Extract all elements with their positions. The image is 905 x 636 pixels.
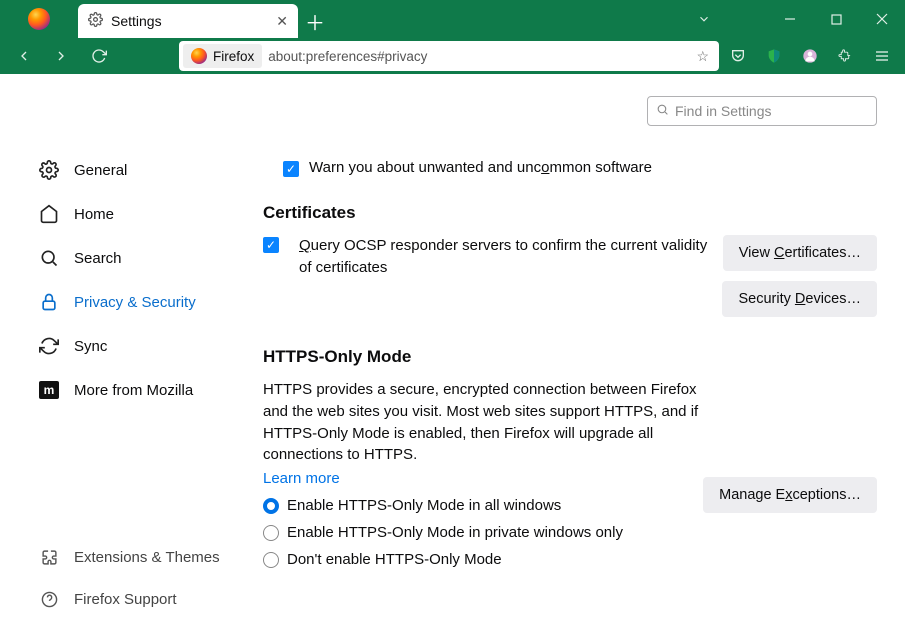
window-maximize-button[interactable] <box>813 0 859 38</box>
toolbar: Firefox about:preferences#privacy ☆ <box>0 38 905 74</box>
radio-label: Enable HTTPS-Only Mode in all windows <box>287 497 561 514</box>
sidebar-support-label: Firefox Support <box>74 591 177 608</box>
radio-label: Don't enable HTTPS-Only Mode <box>287 551 502 568</box>
sidebar-item-more-mozilla[interactable]: m More from Mozilla <box>38 379 245 401</box>
sidebar-item-search[interactable]: Search <box>38 247 245 269</box>
search-icon <box>38 247 60 269</box>
reload-button[interactable] <box>85 41 113 71</box>
account-icon[interactable] <box>801 47 819 65</box>
security-devices-button[interactable]: Security Devices… <box>722 281 877 317</box>
identity-box[interactable]: Firefox <box>183 44 262 68</box>
bookmark-star-icon[interactable]: ☆ <box>696 48 709 65</box>
sidebar-item-label: Privacy & Security <box>74 294 196 311</box>
sidebar-item-label: Home <box>74 206 114 223</box>
checkbox-checked-icon[interactable]: ✓ <box>283 161 299 177</box>
sidebar-support-link[interactable]: Firefox Support <box>38 588 245 610</box>
url-text: about:preferences#privacy <box>268 49 690 64</box>
forward-button[interactable] <box>48 41 76 71</box>
titlebar: Settings ✕ ＋ <box>0 0 905 38</box>
sidebar: General Home Search Privacy & Security S… <box>0 74 245 636</box>
firefox-logo-icon <box>28 8 50 30</box>
shield-icon[interactable] <box>765 47 783 65</box>
manage-exceptions-button[interactable]: Manage Exceptions… <box>703 477 877 513</box>
https-only-description: HTTPS provides a secure, encrypted conne… <box>263 379 703 466</box>
window-minimize-button[interactable] <box>767 0 813 38</box>
sidebar-item-label: Search <box>74 250 122 267</box>
firefox-logo-wrap <box>0 0 78 38</box>
sidebar-item-home[interactable]: Home <box>38 203 245 225</box>
view-certificates-button[interactable]: View Certificates… <box>723 235 877 271</box>
checkbox-checked-icon[interactable]: ✓ <box>263 237 279 253</box>
search-icon <box>656 103 669 119</box>
app-menu-icon[interactable] <box>873 47 891 65</box>
https-option-all-windows[interactable]: Enable HTTPS-Only Mode in all windows <box>263 497 703 514</box>
new-tab-button[interactable]: ＋ <box>298 4 332 38</box>
sidebar-item-general[interactable]: General <box>38 159 245 181</box>
toolbar-right <box>729 47 895 65</box>
pocket-icon[interactable] <box>729 47 747 65</box>
radio-selected-icon[interactable] <box>263 498 279 514</box>
warn-software-row[interactable]: ✓ Warn you about unwanted and uncommon s… <box>283 159 877 177</box>
tab-close-icon[interactable]: ✕ <box>276 13 288 30</box>
gear-icon <box>38 159 60 181</box>
window-close-button[interactable] <box>859 0 905 38</box>
firefox-identity-icon <box>191 48 207 64</box>
sidebar-item-label: Sync <box>74 338 107 355</box>
list-all-tabs-icon[interactable] <box>681 0 727 38</box>
radio-label: Enable HTTPS-Only Mode in private window… <box>287 524 623 541</box>
learn-more-link[interactable]: Learn more <box>263 470 703 487</box>
find-in-settings-placeholder: Find in Settings <box>675 103 772 119</box>
warn-software-label: Warn you about unwanted and uncommon sof… <box>309 159 652 176</box>
identity-label: Firefox <box>213 49 254 64</box>
question-icon <box>38 588 60 610</box>
sidebar-item-privacy[interactable]: Privacy & Security <box>38 291 245 313</box>
lock-icon <box>38 291 60 313</box>
gear-icon <box>88 12 103 30</box>
main-panel: ✓ Warn you about unwanted and uncommon s… <box>245 74 905 636</box>
sync-icon <box>38 335 60 357</box>
radio-icon[interactable] <box>263 525 279 541</box>
home-icon <box>38 203 60 225</box>
radio-icon[interactable] <box>263 552 279 568</box>
sidebar-item-sync[interactable]: Sync <box>38 335 245 357</box>
titlebar-right <box>681 0 905 38</box>
find-in-settings[interactable]: Find in Settings <box>647 96 877 126</box>
sidebar-extensions-label: Extensions & Themes <box>74 549 220 566</box>
url-bar[interactable]: Firefox about:preferences#privacy ☆ <box>179 41 719 71</box>
ocsp-label[interactable]: Query OCSP responder servers to confirm … <box>299 235 709 279</box>
sidebar-extensions-link[interactable]: Extensions & Themes <box>38 546 245 568</box>
tab-title: Settings <box>111 13 162 29</box>
back-button[interactable] <box>10 41 38 71</box>
mozilla-icon: m <box>38 379 60 401</box>
puzzle-icon <box>38 546 60 568</box>
sidebar-item-label: More from Mozilla <box>74 382 193 399</box>
https-option-private-only[interactable]: Enable HTTPS-Only Mode in private window… <box>263 524 703 541</box>
content: Find in Settings General Home Search Pri… <box>0 74 905 636</box>
sidebar-item-label: General <box>74 162 127 179</box>
certificates-heading: Certificates <box>263 203 877 223</box>
https-only-heading: HTTPS-Only Mode <box>263 347 703 367</box>
extensions-icon[interactable] <box>837 47 855 65</box>
https-option-disabled[interactable]: Don't enable HTTPS-Only Mode <box>263 551 703 568</box>
browser-tab[interactable]: Settings ✕ <box>78 4 298 38</box>
